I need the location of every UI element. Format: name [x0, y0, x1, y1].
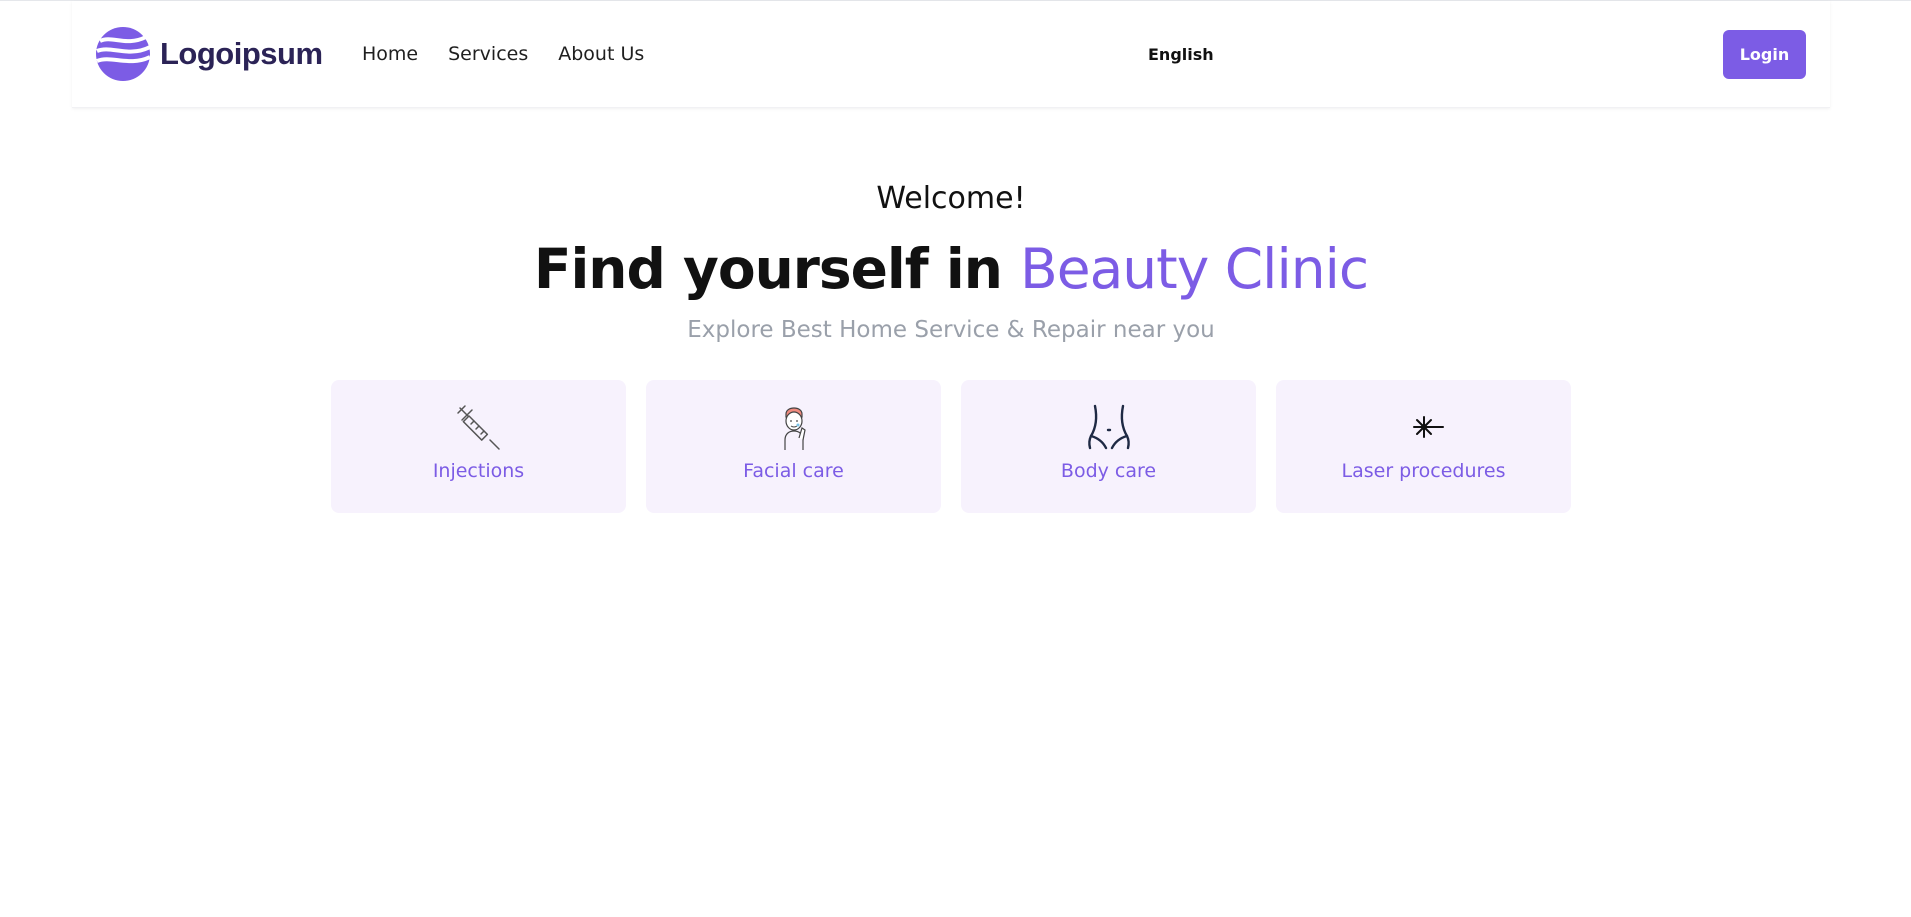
category-label: Injections [432, 460, 525, 482]
logo-icon [96, 27, 150, 81]
category-card-body-care[interactable]: Body care [961, 380, 1256, 513]
category-label: Body care [1060, 460, 1157, 482]
welcome-text: Welcome! [876, 181, 1026, 216]
logo[interactable]: Logoipsum [96, 27, 323, 81]
nav-services[interactable]: Services [448, 43, 528, 65]
category-card-laser-procedures[interactable]: Laser procedures [1276, 380, 1571, 513]
category-list: Injections Facial care Body care Laser p… [331, 380, 1571, 513]
main-nav: Home Services About Us [362, 1, 674, 107]
hero-headline: Find yourself in Beauty Clinic [0, 229, 1902, 309]
syringe-icon [456, 405, 500, 450]
login-button[interactable]: Login [1723, 30, 1806, 79]
face-icon [783, 407, 806, 450]
hero-section: Welcome! Find yourself in Beauty Clinic … [0, 179, 1902, 347]
nav-home[interactable]: Home [362, 43, 418, 65]
headline-accent: Beauty Clinic [1020, 237, 1369, 301]
category-card-injections[interactable]: Injections [331, 380, 626, 513]
category-card-facial-care[interactable]: Facial care [646, 380, 941, 513]
hero-subtitle: Explore Best Home Service & Repair near … [687, 317, 1215, 343]
language-selector[interactable]: English [1148, 1, 1214, 107]
laser-icon [1412, 416, 1444, 438]
category-label: Facial care [743, 460, 844, 482]
body-icon [1087, 404, 1130, 450]
headline-prefix: Find yourself in [533, 237, 1003, 301]
category-label: Laser procedures [1341, 460, 1506, 482]
logo-text: Logoipsum [160, 36, 323, 71]
nav-about-us[interactable]: About Us [558, 43, 644, 65]
page: Logoipsum Home Services About Us English… [0, 0, 1911, 917]
site-header: Logoipsum Home Services About Us English… [72, 1, 1830, 108]
